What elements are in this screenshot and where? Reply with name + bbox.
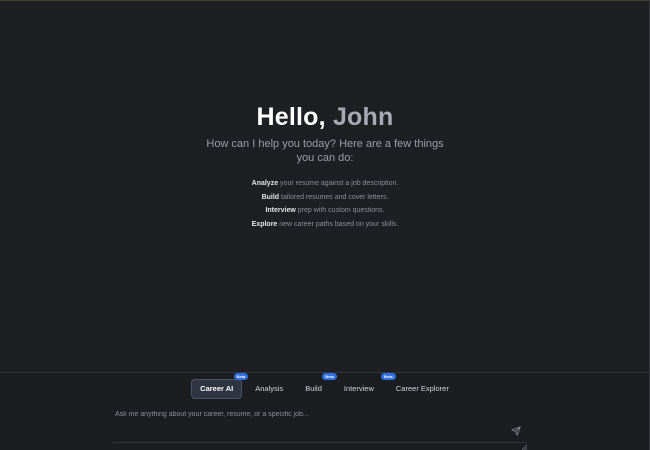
greeting-heading: Hello, John [0,101,650,133]
capability-item-analyze: Analyze your resume against a job descri… [0,177,650,191]
tab-career-explorer[interactable]: Career Explorer Beta [380,373,458,399]
user-name: John [332,103,394,131]
capability-item-interview: Interview prep with custom questions. [0,204,650,218]
capability-text: prep with custom questions. [295,207,385,214]
resize-handle-icon[interactable] [521,437,528,450]
send-icon[interactable] [511,423,521,436]
capability-item-explore: Explore new career paths based on your s… [0,218,650,232]
capability-text: new career paths based on your skills. [277,220,399,228]
welcome-subtitle: How can I help you today? Here are a few… [206,138,444,164]
tab-build[interactable]: Build Beta [296,373,337,399]
beta-badge: Beta [233,373,249,380]
mode-tabs: Career AI Beta Analysis Build Beta Inter… [0,373,649,399]
capability-verb: Interview [265,207,296,214]
tab-label: Career Explorer [395,384,449,393]
tab-label: Build [305,384,322,393]
capability-text: tailored resumes and cover letters. [279,193,389,201]
capability-text: your resume against a job description. [278,180,399,187]
capability-verb: Analyze [251,180,279,187]
chat-input[interactable] [115,407,495,421]
chat-composer: Career AI Beta Analysis Build Beta Inter… [0,372,649,450]
beta-badge: Beta [322,373,337,380]
app-window: Hello, John How can I help you today? He… [0,0,650,450]
tab-label: Career AI [200,384,234,393]
capability-verb: Explore [251,220,278,228]
beta-badge: Beta [380,373,396,380]
tab-career-ai[interactable]: Career AI Beta [191,373,249,399]
tab-label: Interview [343,384,374,393]
capability-item-build: Build tailored resumes and cover letters… [0,191,650,205]
prompt-area [113,407,528,450]
greeting-prefix: Hello, [256,103,333,131]
tab-interview[interactable]: Interview [335,379,383,399]
tab-label: Analysis [255,384,284,393]
tab-analysis[interactable]: Analysis [246,379,292,399]
welcome-section: Hello, John How can I help you today? He… [0,101,650,231]
capability-list: Analyze your resume against a job descri… [0,177,650,231]
capability-verb: Build [261,193,280,201]
